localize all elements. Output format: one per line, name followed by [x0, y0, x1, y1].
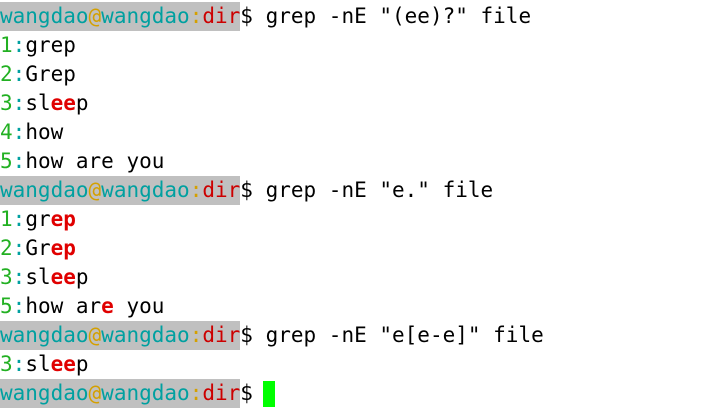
prompt-dir: dir	[202, 178, 241, 202]
result-line: 5:how are you	[0, 292, 712, 321]
line-separator: :	[12, 33, 26, 57]
prompt-user: wangdao	[0, 323, 89, 347]
line-separator: :	[12, 236, 26, 260]
prompt-colon: :	[189, 178, 203, 202]
line-number: 1	[0, 33, 13, 57]
prompt-line: wangdao@wangdao:dir $ grep -nE "(ee)?" fi…	[0, 2, 712, 31]
line-separator: :	[12, 120, 26, 144]
terminal-window[interactable]: wangdao@wangdao:dir $ grep -nE "(ee)?" fi…	[0, 0, 712, 418]
prompt-dir: dir	[202, 4, 241, 28]
result-line: 1:grep	[0, 31, 712, 60]
line-number: 4	[0, 120, 13, 144]
line-text: sl	[25, 91, 51, 115]
line-text: Grep	[25, 62, 76, 86]
line-number: 3	[0, 352, 13, 376]
result-line: 1:grep	[0, 205, 712, 234]
match-text: ee	[50, 352, 76, 376]
result-line: 3: sl ee p	[0, 89, 712, 118]
text-cursor[interactable]	[262, 380, 275, 407]
line-number: 3	[0, 91, 13, 115]
match-text: ee	[50, 91, 76, 115]
line-separator: :	[12, 62, 26, 86]
prompt-host: wangdao	[101, 4, 190, 28]
prompt-line: wangdao@wangdao:dir $ grep -nE "e[e-e]" f…	[0, 321, 712, 350]
line-number: 2	[0, 236, 13, 260]
prompt-dollar: $	[240, 381, 253, 405]
line-number: 3	[0, 265, 13, 289]
line-separator: :	[12, 149, 26, 173]
prompt-dir: dir	[202, 381, 241, 405]
result-line: 5:how are you	[0, 147, 712, 176]
prompt-at: @	[88, 178, 102, 202]
prompt-host: wangdao	[101, 323, 190, 347]
line-number: 5	[0, 294, 13, 318]
prompt: wangdao@wangdao:dir	[0, 176, 241, 205]
prompt-dir: dir	[202, 323, 241, 347]
line-text-rest: p	[75, 91, 89, 115]
prompt: wangdao@wangdao:dir	[0, 321, 241, 350]
line-separator: :	[12, 352, 26, 376]
line-number: 5	[0, 149, 13, 173]
line-number: 1	[0, 207, 13, 231]
line-text: sl	[25, 352, 51, 376]
line-text: how ar	[25, 294, 102, 318]
line-text-rest: p	[75, 352, 89, 376]
command-text: grep -nE "e." file	[252, 178, 494, 202]
prompt-host: wangdao	[101, 178, 190, 202]
active-prompt-line[interactable]: wangdao@wangdao:dir $	[0, 379, 712, 408]
line-text: gr	[25, 207, 51, 231]
prompt-user: wangdao	[0, 381, 89, 405]
prompt-colon: :	[189, 381, 203, 405]
prompt-user: wangdao	[0, 178, 89, 202]
match-text: ep	[50, 236, 76, 260]
line-text: how are you	[25, 149, 165, 173]
line-text: sl	[25, 265, 51, 289]
line-separator: :	[12, 265, 26, 289]
match-text: ep	[50, 207, 76, 231]
result-line: 4: how	[0, 118, 712, 147]
line-separator: :	[12, 207, 26, 231]
line-text: grep	[25, 33, 76, 57]
prompt-user: wangdao	[0, 4, 89, 28]
result-line: 3: sl ee p	[0, 263, 712, 292]
prompt: wangdao@wangdao:dir	[0, 379, 241, 408]
result-line: 3: sl ee p	[0, 350, 712, 379]
line-number: 2	[0, 62, 13, 86]
line-text-rest: you	[126, 294, 165, 318]
match-text: e	[101, 294, 127, 318]
prompt: wangdao@wangdao:dir	[0, 2, 241, 31]
line-separator: :	[12, 91, 26, 115]
line-text: Gr	[25, 236, 51, 260]
line-separator: :	[12, 294, 26, 318]
prompt-dollar: $	[240, 323, 253, 347]
match-text: ee	[50, 265, 76, 289]
line-text-rest: p	[75, 265, 89, 289]
command-text: grep -nE "(ee)?" file	[252, 4, 532, 28]
prompt-line: wangdao@wangdao:dir $ grep -nE "e." file	[0, 176, 712, 205]
result-line: 2:Grep	[0, 60, 712, 89]
prompt-colon: :	[189, 323, 203, 347]
prompt-dollar: $	[240, 178, 253, 202]
command-text: grep -nE "e[e-e]" file	[252, 323, 544, 347]
prompt-host: wangdao	[101, 381, 190, 405]
result-line: 2:Grep	[0, 234, 712, 263]
prompt-at: @	[88, 4, 102, 28]
line-text: how	[25, 120, 64, 144]
prompt-dollar: $	[240, 4, 253, 28]
prompt-at: @	[88, 381, 102, 405]
prompt-at: @	[88, 323, 102, 347]
prompt-colon: :	[189, 4, 203, 28]
